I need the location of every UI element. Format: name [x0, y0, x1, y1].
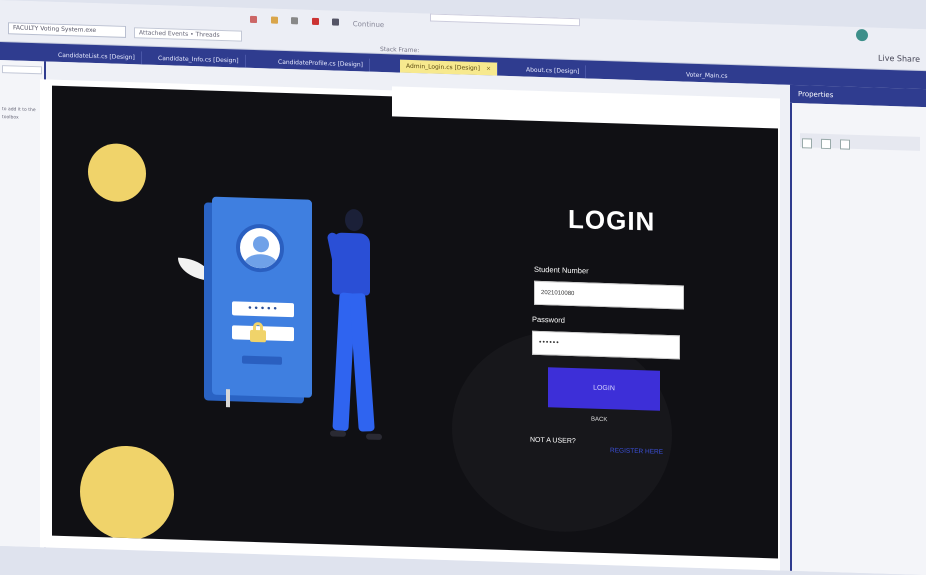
toolbar-icons: Continue: [250, 15, 384, 29]
yellow-circle-decor: [88, 142, 146, 203]
student-number-input[interactable]: 2021010080: [534, 280, 684, 310]
person-shoe: [330, 430, 346, 437]
lock-icon: [250, 321, 266, 343]
title-search-box[interactable]: [430, 13, 580, 27]
events-combo[interactable]: Attached Events • Threads: [134, 27, 242, 42]
categorized-icon[interactable]: [802, 138, 812, 149]
stack-frame-label: Stack Frame:: [380, 45, 420, 55]
person-shoe: [366, 433, 382, 441]
continue-label[interactable]: Continue: [353, 20, 384, 29]
illustration-button: [242, 355, 282, 365]
stop-icon[interactable]: [250, 15, 257, 24]
login-title: LOGIN: [568, 203, 656, 237]
save-icon[interactable]: [291, 17, 299, 25]
password-label: Password: [532, 314, 565, 325]
properties-panel: [790, 102, 926, 575]
close-icon[interactable]: ×: [486, 65, 491, 72]
user-profile-icon: [236, 223, 284, 273]
admin-login-form[interactable]: [52, 85, 778, 559]
toolbox-search-input[interactable]: [2, 65, 42, 75]
not-user-label: NOT A USER?: [530, 436, 576, 446]
alphabetical-icon[interactable]: [821, 138, 832, 150]
wrench-icon[interactable]: [840, 139, 851, 150]
properties-toolbar: [800, 133, 920, 151]
person-legs: [332, 292, 375, 434]
toolbox-hint: to add it to the toolbox: [2, 107, 36, 121]
login-button[interactable]: LOGIN: [548, 367, 660, 411]
student-number-label: Student Number: [534, 264, 589, 276]
phone-illustration: •••••: [212, 196, 312, 398]
back-link[interactable]: BACK: [591, 417, 607, 424]
yellow-circle-decor: [80, 444, 174, 542]
illustration-password-field: •••••: [232, 301, 294, 318]
folder-icon[interactable]: [270, 16, 278, 24]
breakpoint-icon[interactable]: [311, 17, 319, 26]
background-blob: [452, 328, 672, 536]
process-combo[interactable]: FACULTY Voting System.exe: [8, 22, 126, 38]
person-illustration: [332, 232, 370, 296]
tab-voter-main[interactable]: Voter_Main.cs: [686, 69, 727, 83]
avatar[interactable]: [856, 28, 868, 42]
phone-stand: [226, 389, 230, 408]
person-head: [345, 208, 363, 232]
ide-window: FACULTY Voting System.exe Attached Event…: [0, 0, 926, 575]
password-input[interactable]: ••••••: [532, 330, 680, 360]
tab-admin-login-label: Admin_Login.cs [Design]: [406, 62, 480, 73]
restart-icon[interactable]: [332, 18, 340, 26]
live-share-button[interactable]: Live Share: [878, 54, 920, 64]
